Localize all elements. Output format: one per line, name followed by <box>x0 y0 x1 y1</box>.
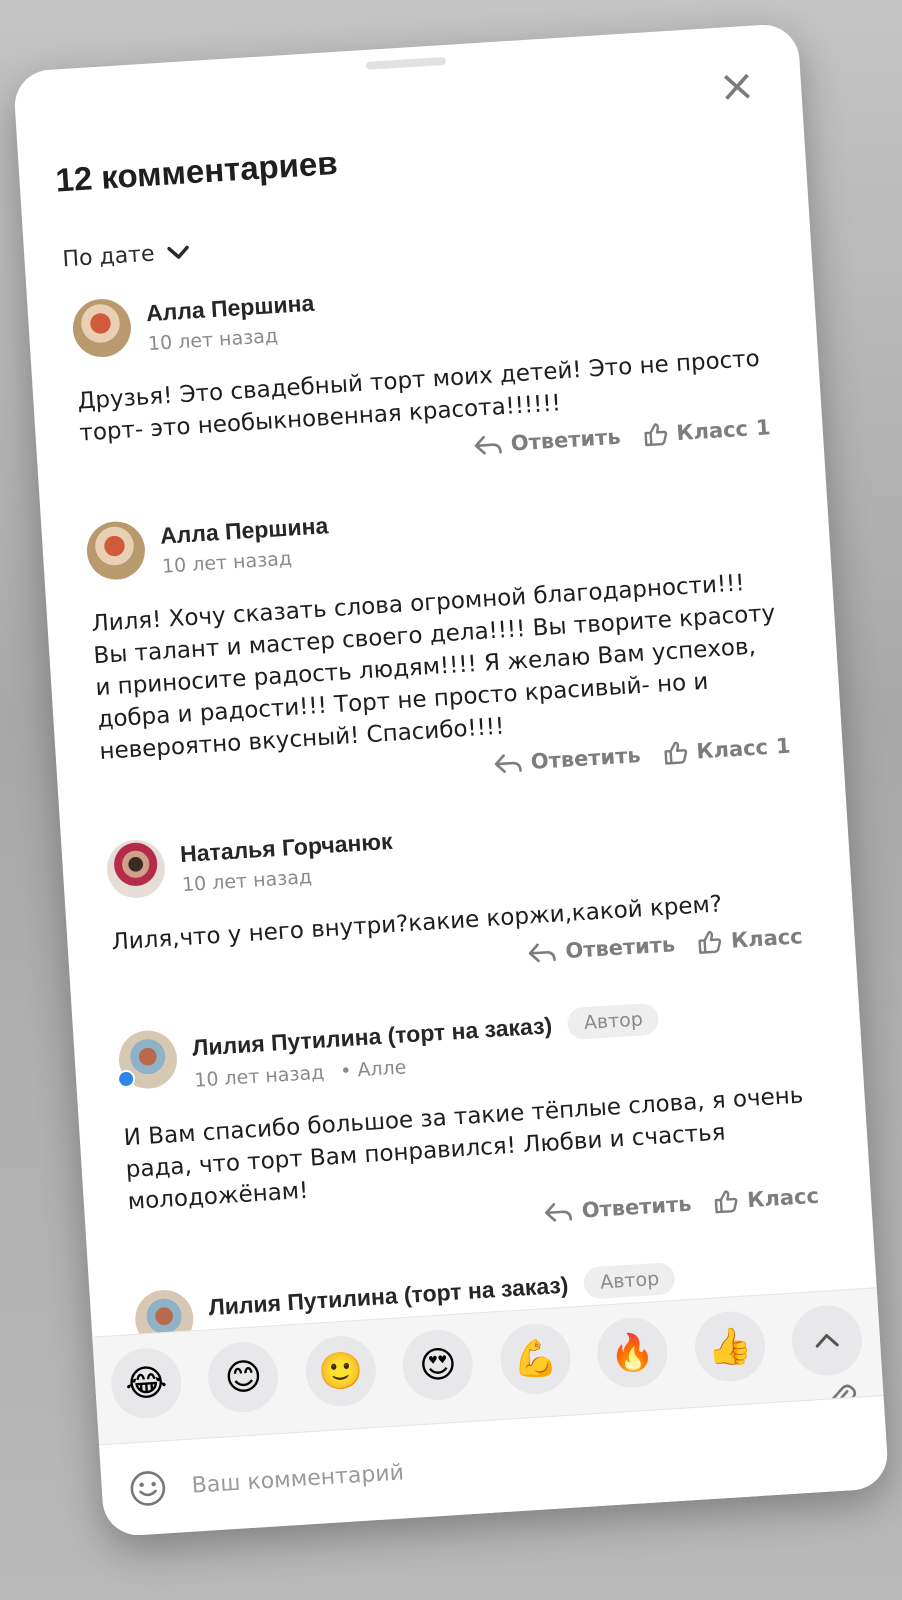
comment-author[interactable]: Алла Першина <box>145 290 315 328</box>
thumbs-up-icon <box>644 423 667 447</box>
avatar[interactable] <box>116 1028 179 1091</box>
thumbs-up-icon <box>698 930 722 954</box>
comment-item: Наталья Горчанюк 10 лет назад Лиля,что у… <box>61 795 855 995</box>
author-badge: Автор <box>566 1002 660 1041</box>
comment-time: 10 лет назад <box>161 547 293 578</box>
reply-button[interactable]: Ответить <box>492 743 641 776</box>
reply-button[interactable]: Ответить <box>472 425 621 458</box>
avatar[interactable] <box>133 1288 196 1337</box>
emoji-button[interactable]: 😂 <box>109 1346 184 1421</box>
thumbs-up-icon <box>664 741 687 765</box>
comment-time: 10 лет назад <box>147 325 279 356</box>
emoji-button[interactable]: 😍 <box>400 1327 476 1403</box>
chevron-up-icon <box>815 1334 839 1348</box>
reply-arrow-icon <box>545 1203 573 1222</box>
avatar[interactable] <box>71 297 133 359</box>
reply-button[interactable]: Ответить <box>543 1192 692 1225</box>
emoji-button[interactable]: 🔥 <box>595 1315 670 1390</box>
emoji-button[interactable]: 😊 <box>206 1340 281 1415</box>
comments-sheet: × 12 комментариев По дате Алла Першина 1… <box>12 22 890 1538</box>
like-button[interactable]: Класс 1 <box>662 733 792 767</box>
reply-button[interactable]: Ответить <box>527 932 676 965</box>
page-title: 12 комментариев <box>54 143 339 199</box>
composer-bar <box>99 1395 890 1538</box>
comment-item: Алла Першина 10 лет назад Лиля! Хочу ска… <box>41 477 843 805</box>
reply-label: Ответить <box>564 932 676 964</box>
like-button[interactable]: Класс 1 <box>642 414 772 448</box>
reply-to-label[interactable]: • Алле <box>340 1056 407 1082</box>
reply-arrow-icon <box>494 754 522 773</box>
avatar[interactable] <box>105 838 167 900</box>
like-button[interactable]: Класс <box>713 1183 820 1216</box>
like-label: Класс <box>746 1183 820 1213</box>
reply-label: Ответить <box>530 743 642 774</box>
reply-label: Ответить <box>581 1191 693 1223</box>
reply-label: Ответить <box>510 424 622 456</box>
like-button[interactable]: Класс <box>696 923 803 956</box>
thumbs-up-icon <box>715 1190 738 1214</box>
emoji-button[interactable]: 💪 <box>498 1321 573 1396</box>
comment-author[interactable]: Алла Першина <box>159 512 329 550</box>
close-icon[interactable]: × <box>716 60 758 113</box>
comment-text: Лиля! Хочу сказать слова огромной благод… <box>90 570 777 765</box>
reply-arrow-icon <box>529 943 557 963</box>
like-count: 1 <box>755 415 772 441</box>
like-label: Класс <box>695 735 769 764</box>
sort-dropdown[interactable]: По дате <box>62 239 191 272</box>
author-badge: Автор <box>583 1261 677 1300</box>
drag-handle[interactable] <box>365 56 447 70</box>
comment-time: 10 лет назад <box>193 1061 325 1092</box>
comment-item: Алла Першина 10 лет назад Друзья! Это св… <box>27 254 823 486</box>
chevron-up-icon[interactable] <box>789 1303 865 1378</box>
smile-icon[interactable] <box>127 1467 169 1509</box>
online-indicator <box>116 1069 136 1089</box>
sort-label: По дате <box>61 241 156 273</box>
chevron-down-icon <box>167 245 189 259</box>
reply-arrow-icon <box>474 435 502 455</box>
comment-list[interactable]: Алла Першина 10 лет назад Друзья! Это св… <box>27 254 876 1337</box>
like-label: Класс <box>675 416 749 446</box>
like-label: Класс <box>730 924 804 953</box>
comment-item: Лилия Путилина (торт на заказ) Автор 10 … <box>73 986 871 1255</box>
emoji-button[interactable]: 🙂 <box>303 1333 378 1409</box>
like-count: 1 <box>775 733 792 759</box>
emoji-button[interactable]: 👍 <box>692 1309 767 1384</box>
backdrop: × 12 комментариев По дате Алла Першина 1… <box>0 0 902 1600</box>
avatar[interactable] <box>85 519 147 582</box>
comment-input[interactable] <box>188 1429 864 1500</box>
